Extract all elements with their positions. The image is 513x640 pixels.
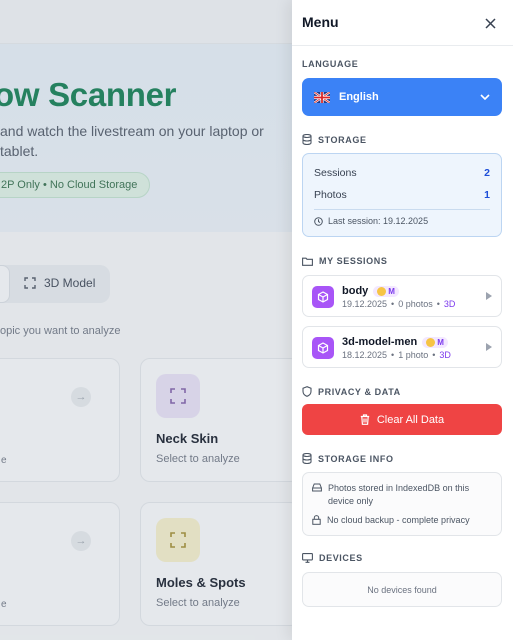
devices-label: DEVICES <box>319 553 363 563</box>
shield-icon <box>302 386 312 397</box>
divider <box>314 209 490 210</box>
session-photo-count: 0 photos <box>398 299 433 309</box>
sessions-count-row: Sessions 2 <box>314 167 490 179</box>
storage-info-text: No cloud backup - complete privacy <box>327 515 470 525</box>
menu-header: Menu <box>292 0 513 46</box>
play-icon <box>486 292 492 300</box>
language-selected-value: English <box>339 91 379 103</box>
session-name: body <box>342 285 369 297</box>
storage-info-line: No cloud backup - complete privacy <box>312 514 493 527</box>
sessions-count-value: 2 <box>484 167 490 179</box>
gender-badge-label: M <box>437 337 444 347</box>
lock-icon <box>312 515 321 525</box>
privacy-section-label: PRIVACY & DATA <box>302 386 401 397</box>
last-session: Last session: 19.12.2025 <box>314 216 428 226</box>
session-type-tag: 3D <box>439 350 451 360</box>
cube-icon <box>312 286 334 308</box>
my-sessions-label: MY SESSIONS <box>319 256 388 266</box>
no-devices-text: No devices found <box>367 584 437 595</box>
storage-info-line: Photos stored in IndexedDB on this devic… <box>312 482 493 508</box>
clock-icon <box>314 216 323 226</box>
session-item[interactable]: body M 19.12.2025 • 0 photos • 3D <box>302 275 502 317</box>
database-icon <box>302 134 312 145</box>
photos-count-row: Photos 1 <box>314 189 490 201</box>
session-name-row: 3d-model-men M <box>342 336 448 348</box>
gender-badge: M <box>373 285 399 297</box>
session-meta: 18.12.2025 • 1 photo • 3D <box>342 350 451 360</box>
hard-drive-icon <box>312 483 322 492</box>
session-meta: 19.12.2025 • 0 photos • 3D <box>342 299 456 309</box>
sessions-count-label: Sessions <box>314 167 357 179</box>
session-photo-count: 1 photo <box>398 350 429 360</box>
storage-info-section-label: STORAGE INFO <box>302 453 394 464</box>
last-session-text: Last session: 19.12.2025 <box>328 216 429 226</box>
modal-backdrop[interactable] <box>0 0 292 640</box>
language-label: LANGUAGE <box>302 59 359 69</box>
privacy-label: PRIVACY & DATA <box>318 386 401 397</box>
storage-section-label: STORAGE <box>302 134 367 145</box>
session-name-row: body M <box>342 285 399 297</box>
monitor-icon <box>302 553 313 563</box>
devices-section-label: DEVICES <box>302 553 363 563</box>
play-icon <box>486 343 492 351</box>
storage-info-text: Photos stored in IndexedDB on this devic… <box>328 483 470 506</box>
language-section-label: LANGUAGE <box>302 59 358 69</box>
close-button[interactable] <box>482 15 498 31</box>
folder-icon <box>302 257 313 266</box>
storage-info-label: STORAGE INFO <box>318 453 394 464</box>
storage-label: STORAGE <box>318 134 367 145</box>
my-sessions-section-label: MY SESSIONS <box>302 256 387 266</box>
clear-all-data-label: Clear All Data <box>376 413 445 426</box>
close-icon <box>484 17 496 29</box>
chevron-down-icon <box>480 94 490 100</box>
face-icon <box>426 337 436 347</box>
photos-count-label: Photos <box>314 189 347 201</box>
devices-list: No devices found <box>302 572 502 607</box>
menu-title: Menu <box>302 14 339 30</box>
database-icon <box>302 453 312 464</box>
session-type-tag: 3D <box>443 299 456 309</box>
storage-summary: Sessions 2 Photos 1 Last session: 19.12.… <box>302 153 502 237</box>
session-date: 18.12.2025 <box>342 350 388 360</box>
photos-count-value: 1 <box>484 189 490 201</box>
session-name: 3d-model-men <box>342 336 418 348</box>
menu-drawer: Menu LANGUAGE English STORAGE Sessions 2… <box>292 0 513 640</box>
session-item[interactable]: 3d-model-men M 18.12.2025 • 1 photo • 3D <box>302 326 502 368</box>
trash-icon <box>360 414 370 425</box>
cube-icon <box>312 337 334 359</box>
language-select[interactable]: English <box>302 78 502 116</box>
uk-flag-icon <box>314 91 330 103</box>
session-date: 19.12.2025 <box>342 299 388 309</box>
clear-all-data-button[interactable]: Clear All Data <box>302 404 502 435</box>
face-icon <box>377 286 387 296</box>
gender-badge: M <box>422 336 448 348</box>
gender-badge-label: M <box>388 286 395 296</box>
storage-info-box: Photos stored in IndexedDB on this devic… <box>302 472 502 536</box>
